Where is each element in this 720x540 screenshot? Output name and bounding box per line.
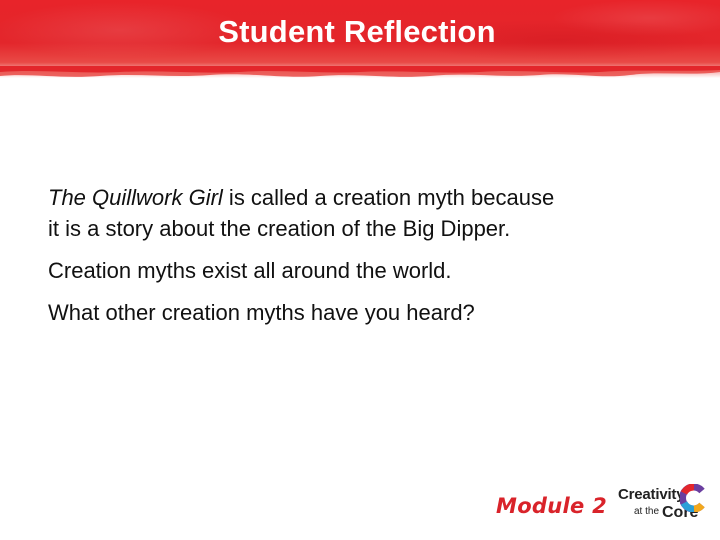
slide: Student Reflection The Quillwork Girl is… [0,0,720,540]
header-brush-edge [0,66,720,77]
paragraph1-line2: it is a story about the creation of the … [48,216,511,241]
brand-line-at-the: at the [634,506,660,517]
paragraph-world-myths: Creation myths exist all around the worl… [48,258,452,283]
paragraph-question: What other creation myths have you heard… [48,300,475,325]
creativity-at-the-core-logo: Creativity at the Core [618,484,710,530]
book-title: The Quillwork Girl [48,185,223,210]
paragraph-creation-myth: The Quillwork Girl is called a creation … [48,182,668,244]
brand-line-creativity: Creativity [618,486,685,503]
paragraph1-line1: is called a creation myth because [222,185,555,210]
creativity-c-logo-icon [680,484,705,512]
body-text: The Quillwork Girl is called a creation … [48,182,668,339]
module-label: Module 2 [496,494,608,518]
slide-title: Student Reflection [218,14,496,49]
